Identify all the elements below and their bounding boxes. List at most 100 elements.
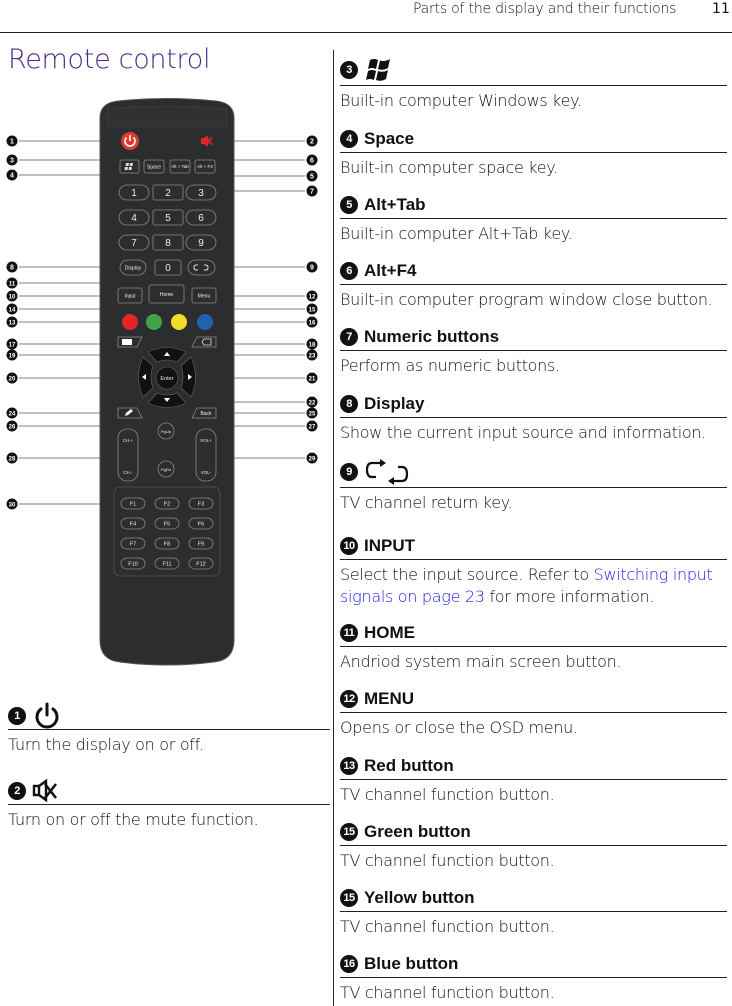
callout-number: 10 [340,537,358,555]
header-title: Parts of the display and their functions [413,1,677,17]
entry-home: 11 HOME Andriod system main screen button. [340,620,727,673]
alt-tab-label: Alt + Tab [171,164,189,169]
callout-number: 12 [340,690,358,708]
return-button[interactable] [187,259,216,276]
digit-7-label: 7 [131,238,137,249]
description-text: Select the input source. Refer to [340,565,594,584]
callout-number: 10 [9,295,16,301]
entry-title: Yellow button [364,888,475,907]
entry-title: Display [364,394,425,413]
page-header: Parts of the display and their functions… [0,0,732,33]
vol-plus-label: VOL+ [200,438,212,443]
callout-number: 9 [340,463,358,481]
callout-number: 3 [340,61,358,79]
callout-number: 21 [309,377,316,383]
callout-number: 5 [340,196,358,214]
entry-title: Numeric buttons [364,327,500,346]
callout-number: 7 [310,189,314,196]
entry-description: Turn the display on or off. [8,735,204,754]
f2-label: F2 [164,501,170,507]
f12-label: F12 [196,561,205,567]
digit-3-label: 3 [198,188,204,199]
callout-number: 14 [9,308,16,314]
callout-number: 4 [10,173,14,180]
vol-minus-label: VOL- [201,470,212,475]
callout-number: 17 [9,343,16,349]
entry-description: TV channel function button. [340,785,555,804]
green-button[interactable] [146,314,162,330]
home-label: Home [160,292,174,298]
callout-number: 3 [10,158,14,165]
entry-description: Turn on or off the mute function. [8,810,259,829]
callout-number: 11 [9,282,16,288]
callout-number: 7 [340,328,358,346]
callout-number: 30 [9,503,16,509]
callout-number: 9 [310,265,314,272]
callout-number: 12 [309,295,316,301]
callout-number: 16 [309,321,316,327]
callout-number: 11 [340,624,358,642]
entry-green-button: 15 Green button TV channel function button… [340,819,727,872]
entry-space: 4 Space Built-in computer space key. [340,126,727,179]
entry-description: Built-in computer Alt+Tab key. [340,224,573,243]
entry-description: TV channel function button. [340,851,555,870]
f5-label: F5 [164,521,170,527]
entry-title: Alt+F4 [364,261,417,280]
alt-f4-label: Alt + F4 [197,164,213,169]
f3-label: F3 [198,501,204,507]
red-button[interactable] [122,314,138,330]
blue-button[interactable] [197,314,213,330]
entry-input: 10 INPUT Select the input source. Refer to… [340,533,727,608]
entry-description: Built-in computer Windows key. [340,91,582,110]
enter-label: Enter [160,376,173,382]
digit-1-label: 1 [131,188,137,199]
entry-title: Alt+Tab [364,195,426,214]
entry-mute: 2 Turn on or off the mute function. [8,778,330,831]
back-label: Back [200,411,212,417]
callout-number: 6 [310,158,314,165]
menu-label: Menu [198,293,211,299]
ch-plus-label: CH.+ [123,438,134,443]
pgdn-label: PgDn [161,467,171,472]
yellow-button[interactable] [171,314,187,330]
entry-description: Built-in computer program window close b… [340,290,713,309]
entry-title: INPUT [364,536,415,555]
entry-alt-tab: 5 Alt+Tab Built-in computer Alt+Tab key. [340,192,727,245]
entry-title: Blue button [364,954,459,973]
entry-description: Opens or close the OSD menu. [340,718,578,737]
entry-title: MENU [364,689,415,708]
callout-number: 6 [340,262,358,280]
windows-button[interactable] [119,159,140,174]
digit-4-label: 4 [131,213,137,224]
column-divider [333,50,334,1006]
entry-power: 1 Turn the display on or off. [8,702,330,756]
f6-label: F6 [198,521,204,527]
f7-label: F7 [130,541,136,547]
digit-8-label: 8 [165,238,171,249]
entry-description: Show the current input source and inform… [340,423,706,442]
callout-number: 28 [9,457,16,463]
entry-return-icon: 9 TV channel return key. [340,457,727,514]
callout-number: 29 [309,457,316,463]
callout-number: 15 [340,823,358,841]
callout-number: 1 [8,707,26,725]
entry-display: 8 Display Show the current input source an… [340,391,727,444]
callout-number: 26 [9,425,16,431]
callout-number: 13 [340,757,358,775]
entry-windows-icon: 3 Built-in computer Windows key. [340,55,727,112]
entry-blue-button: 16 Blue button TV channel function button. [340,951,727,1004]
callout-number: 4 [340,130,358,148]
entry-description: Built-in computer space key. [340,158,558,177]
remote-illustration: Space Alt + Tab Alt + F4 1 2 3 4 5 6 7 8 9 Display 0 I… [0,95,330,675]
callout-number: 24 [9,412,16,418]
entry-yellow-button: 15 Yellow button TV channel function butto… [340,885,727,938]
f4-label: F4 [130,521,136,527]
digit-6-label: 6 [198,213,204,224]
entry-numeric-buttons: 7 Numeric buttons Perform as numeric butto… [340,324,727,377]
mute-icon [32,778,60,804]
f11-label: F11 [162,561,171,567]
display-label: Display [125,265,142,271]
entry-alt-f4: 6 Alt+F4 Built-in computer program window … [340,258,727,311]
entry-description: TV channel function button. [340,983,555,1002]
digit-2-label: 2 [165,188,171,199]
